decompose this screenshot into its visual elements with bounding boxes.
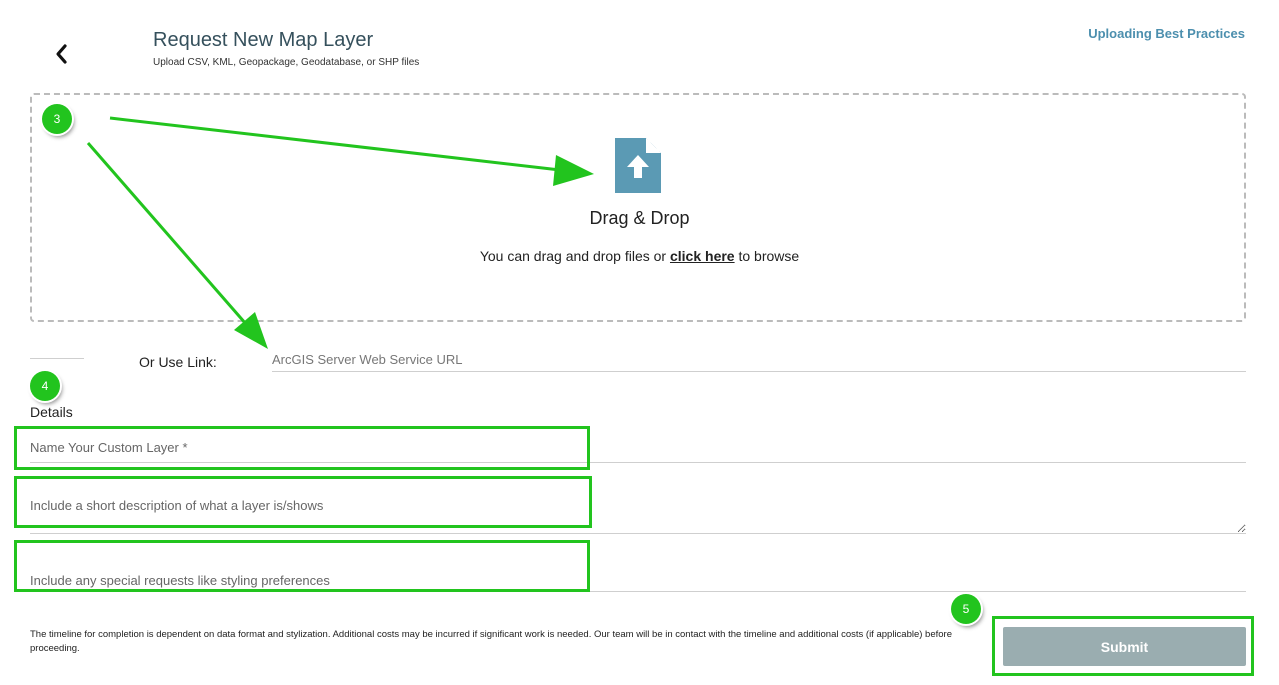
timeline-notice: The timeline for completion is dependent…: [30, 629, 952, 654]
page-title: Request New Map Layer: [153, 29, 374, 51]
annotation-badge-4: 4: [30, 371, 60, 401]
special-requests-input[interactable]: [30, 560, 1246, 592]
service-url-input[interactable]: [272, 347, 1246, 372]
drag-drop-title: Drag & Drop: [589, 208, 690, 228]
annotation-badge-3: 3: [42, 104, 72, 134]
back-chevron-icon[interactable]: [50, 42, 74, 66]
drag-text-after: to browse: [734, 248, 800, 264]
browse-link[interactable]: click here: [670, 248, 735, 264]
page-subtitle: Upload CSV, KML, Geopackage, Geodatabase…: [153, 57, 420, 68]
or-use-link-label: Or Use Link:: [139, 354, 217, 370]
submit-button[interactable]: Submit: [1003, 627, 1246, 666]
details-heading: Details: [30, 404, 73, 420]
uploading-best-practices-link[interactable]: Uploading Best Practices: [1088, 26, 1245, 41]
drag-drop-instructions: You can drag and drop files or click her…: [0, 248, 1279, 264]
divider-line: [30, 358, 84, 359]
drag-text-before: You can drag and drop files or: [479, 248, 670, 264]
layer-description-textarea[interactable]: [30, 494, 1246, 534]
file-upload-icon: [615, 138, 661, 193]
layer-name-input[interactable]: [30, 433, 1246, 463]
annotation-badge-5: 5: [951, 594, 981, 624]
